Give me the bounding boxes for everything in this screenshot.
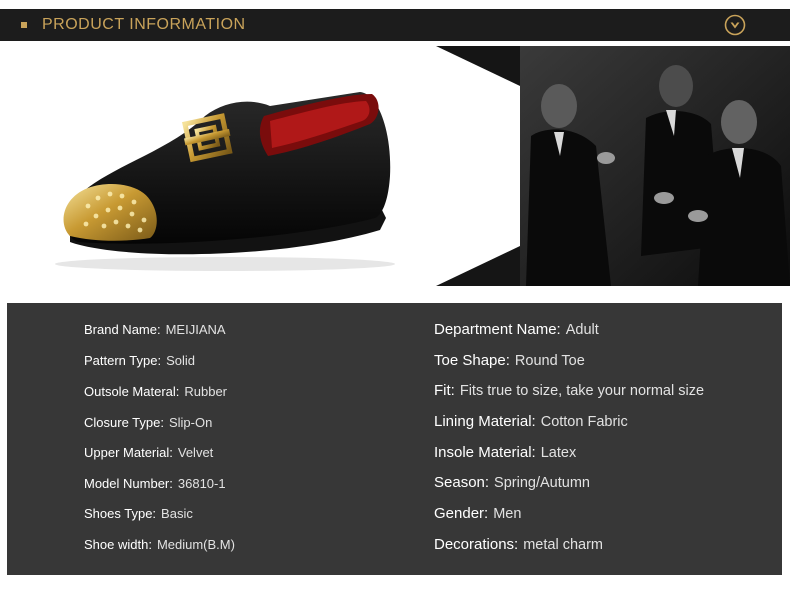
spec-lining-material: Lining Material: Cotton Fabric xyxy=(434,413,628,430)
chevron-down-circle-icon[interactable] xyxy=(724,14,746,36)
spec-department-name: Department Name: Adult xyxy=(434,321,599,338)
spec-brand-name: Brand Name: MEIJIANA xyxy=(84,322,226,337)
section-header: PRODUCT INFORMATION xyxy=(0,9,790,41)
spec-closure-type: Closure Type: Slip-On xyxy=(84,415,213,430)
spec-fit: Fit: Fits true to size, take your normal … xyxy=(434,382,705,399)
spec-outsole-material: Outsole Materal: Rubber xyxy=(84,384,228,399)
spec-pattern-type: Pattern Type: Solid xyxy=(84,353,196,368)
spec-season: Season: Spring/Autumn xyxy=(434,474,590,491)
spec-model-number: Model Number: 36810-1 xyxy=(84,476,226,491)
spec-insole-material: Insole Material: Latex xyxy=(434,444,577,461)
header-bullet-icon xyxy=(21,22,27,28)
lifestyle-photo xyxy=(436,46,790,286)
section-title: PRODUCT INFORMATION xyxy=(42,16,246,33)
product-specs-panel: Brand Name: MEIJIANA Pattern Type: Solid O… xyxy=(7,303,782,575)
spec-shoe-width: Shoe width: Medium(B.M) xyxy=(84,537,235,552)
spec-upper-material: Upper Material: Velvet xyxy=(84,445,214,460)
spec-toe-shape: Toe Shape: Round Toe xyxy=(434,352,585,369)
spec-decorations: Decorations: metal charm xyxy=(434,536,603,553)
spec-gender: Gender: Men xyxy=(434,505,522,522)
spec-shoes-type: Shoes Type: Basic xyxy=(84,506,193,521)
product-image xyxy=(0,46,440,286)
